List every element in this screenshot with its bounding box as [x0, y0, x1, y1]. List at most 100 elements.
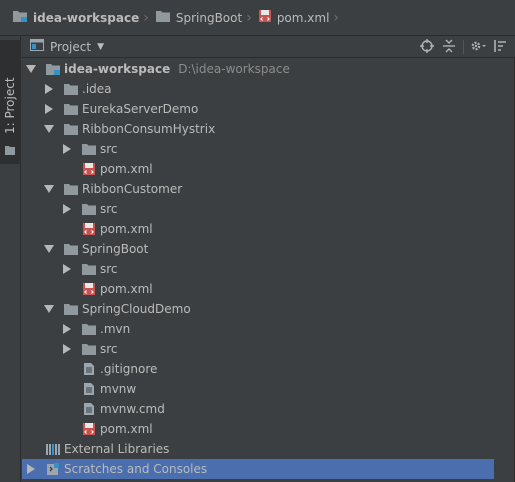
tree-node[interactable]: SpringCloudDemo	[22, 299, 515, 319]
tree-node[interactable]: External Libraries	[22, 439, 515, 459]
collapse-all-button[interactable]	[438, 36, 460, 58]
folder-icon	[81, 341, 97, 357]
left-tool-strip: 1: Project	[0, 36, 21, 482]
folder-icon	[81, 321, 97, 337]
tree-node-label: pom.xml	[100, 162, 153, 176]
project-tab-label: 1: Project	[3, 77, 17, 134]
tree-node[interactable]: Scratches and Consoles	[22, 459, 494, 479]
navigation-bar: idea-workspace › SpringBoot › pom.xml ›	[0, 0, 515, 36]
tree-node[interactable]: pom.xml	[22, 419, 515, 439]
project-view-icon	[30, 39, 44, 54]
chevron-right-icon[interactable]	[62, 324, 72, 334]
tree-node-path: D:\idea-workspace	[178, 62, 290, 76]
folder-icon	[81, 141, 97, 157]
maven-file-icon	[258, 9, 272, 26]
tree-node-label: EurekaServerDemo	[82, 102, 199, 116]
folder-icon	[63, 241, 79, 257]
chevron-right-icon[interactable]	[62, 264, 72, 274]
tree-node[interactable]: EurekaServerDemo	[22, 99, 515, 119]
chevron-right-icon[interactable]	[44, 84, 54, 94]
project-tab-icon	[4, 144, 16, 159]
tree-node[interactable]: .idea	[22, 79, 515, 99]
settings-button[interactable]	[467, 36, 489, 58]
hide-button[interactable]	[489, 36, 511, 58]
settings-icon	[470, 39, 486, 56]
tree-node[interactable]: mvnw.cmd	[22, 399, 515, 419]
tree-node[interactable]: idea-workspace D:\idea-workspace	[22, 59, 515, 79]
tree-node-label: RibbonCustomer	[82, 182, 183, 196]
folder-icon	[63, 101, 79, 117]
project-tool-window-tab[interactable]: 1: Project	[0, 40, 21, 164]
folder-icon	[155, 9, 171, 26]
collapse-all-icon	[442, 39, 456, 56]
tree-node[interactable]: mvnw	[22, 379, 515, 399]
chevron-down-icon[interactable]	[44, 184, 54, 194]
tree-node-label: mvnw	[100, 382, 137, 396]
tree-node-label: Scratches and Consoles	[64, 462, 208, 476]
chevron-right-icon[interactable]	[62, 344, 72, 354]
panel-header: Project ▼	[22, 36, 515, 58]
tree-node-label: .gitignore	[100, 362, 158, 376]
text-file-icon	[81, 361, 97, 377]
tree-node[interactable]: pom.xml	[22, 279, 515, 299]
breadcrumb-separator-icon: ›	[143, 9, 149, 26]
chevron-right-icon[interactable]	[62, 144, 72, 154]
tree-node[interactable]: .gitignore	[22, 359, 515, 379]
maven-file-icon	[81, 161, 97, 177]
tree-node-label: src	[100, 202, 118, 216]
chevron-right-icon[interactable]	[26, 464, 36, 474]
locate-button[interactable]	[416, 36, 438, 58]
tree-node-label: pom.xml	[100, 282, 153, 296]
tree-node[interactable]: src	[22, 139, 515, 159]
tree-node[interactable]: RibbonConsumHystrix	[22, 119, 515, 139]
tree-node-label: mvnw.cmd	[100, 402, 165, 416]
chevron-down-icon[interactable]	[44, 124, 54, 134]
chevron-right-icon[interactable]	[62, 204, 72, 214]
locate-icon	[420, 38, 434, 56]
chevron-down-icon[interactable]	[44, 304, 54, 314]
tree-node-label: SpringBoot	[82, 242, 149, 256]
scratches-icon	[45, 461, 61, 477]
tree-node[interactable]: src	[22, 199, 515, 219]
module-folder-icon	[45, 61, 61, 77]
tree-node-label: SpringCloudDemo	[82, 302, 191, 316]
tree-node-label: src	[100, 262, 118, 276]
breadcrumb-label: SpringBoot	[175, 10, 243, 25]
tree-node-label: .mvn	[100, 322, 131, 336]
tree-node[interactable]: SpringBoot	[22, 239, 515, 259]
tree-node[interactable]: src	[22, 259, 515, 279]
view-label: Project	[50, 39, 92, 54]
tree-node-label: idea-workspace	[64, 62, 171, 76]
folder-icon	[63, 181, 79, 197]
folder-icon	[63, 121, 79, 137]
text-file-icon	[81, 401, 97, 417]
tree-node[interactable]: pom.xml	[22, 219, 515, 239]
chevron-down-icon[interactable]	[44, 244, 54, 254]
view-selector-dropdown[interactable]: Project ▼	[30, 39, 104, 54]
tree-node[interactable]: src	[22, 339, 515, 359]
maven-file-icon	[81, 281, 97, 297]
breadcrumb-idea-workspace[interactable]: idea-workspace	[8, 6, 143, 30]
maven-file-icon	[81, 421, 97, 437]
tree-node[interactable]: pom.xml	[22, 159, 515, 179]
panel-toolbar	[416, 36, 511, 58]
folder-icon	[63, 81, 79, 97]
breadcrumb-separator-icon: ›	[246, 9, 252, 26]
chevron-down-icon[interactable]	[26, 64, 36, 74]
chevron-right-icon[interactable]	[44, 104, 54, 114]
tree-node[interactable]: .mvn	[22, 319, 515, 339]
libraries-icon	[45, 441, 61, 457]
tree-node[interactable]: RibbonCustomer	[22, 179, 515, 199]
tree-node-label: pom.xml	[100, 422, 153, 436]
tree-node-label: src	[100, 142, 118, 156]
breadcrumb-springboot[interactable]: SpringBoot	[151, 6, 246, 30]
chevron-down-icon: ▼	[97, 41, 104, 52]
project-tree: idea-workspace D:\idea-workspace .idea Eure…	[22, 59, 515, 479]
project-panel: Project ▼ idea-workspace D:\idea-workspa…	[22, 36, 515, 482]
breadcrumb-pom-xml[interactable]: pom.xml	[254, 6, 334, 30]
tree-node-label: pom.xml	[100, 222, 153, 236]
